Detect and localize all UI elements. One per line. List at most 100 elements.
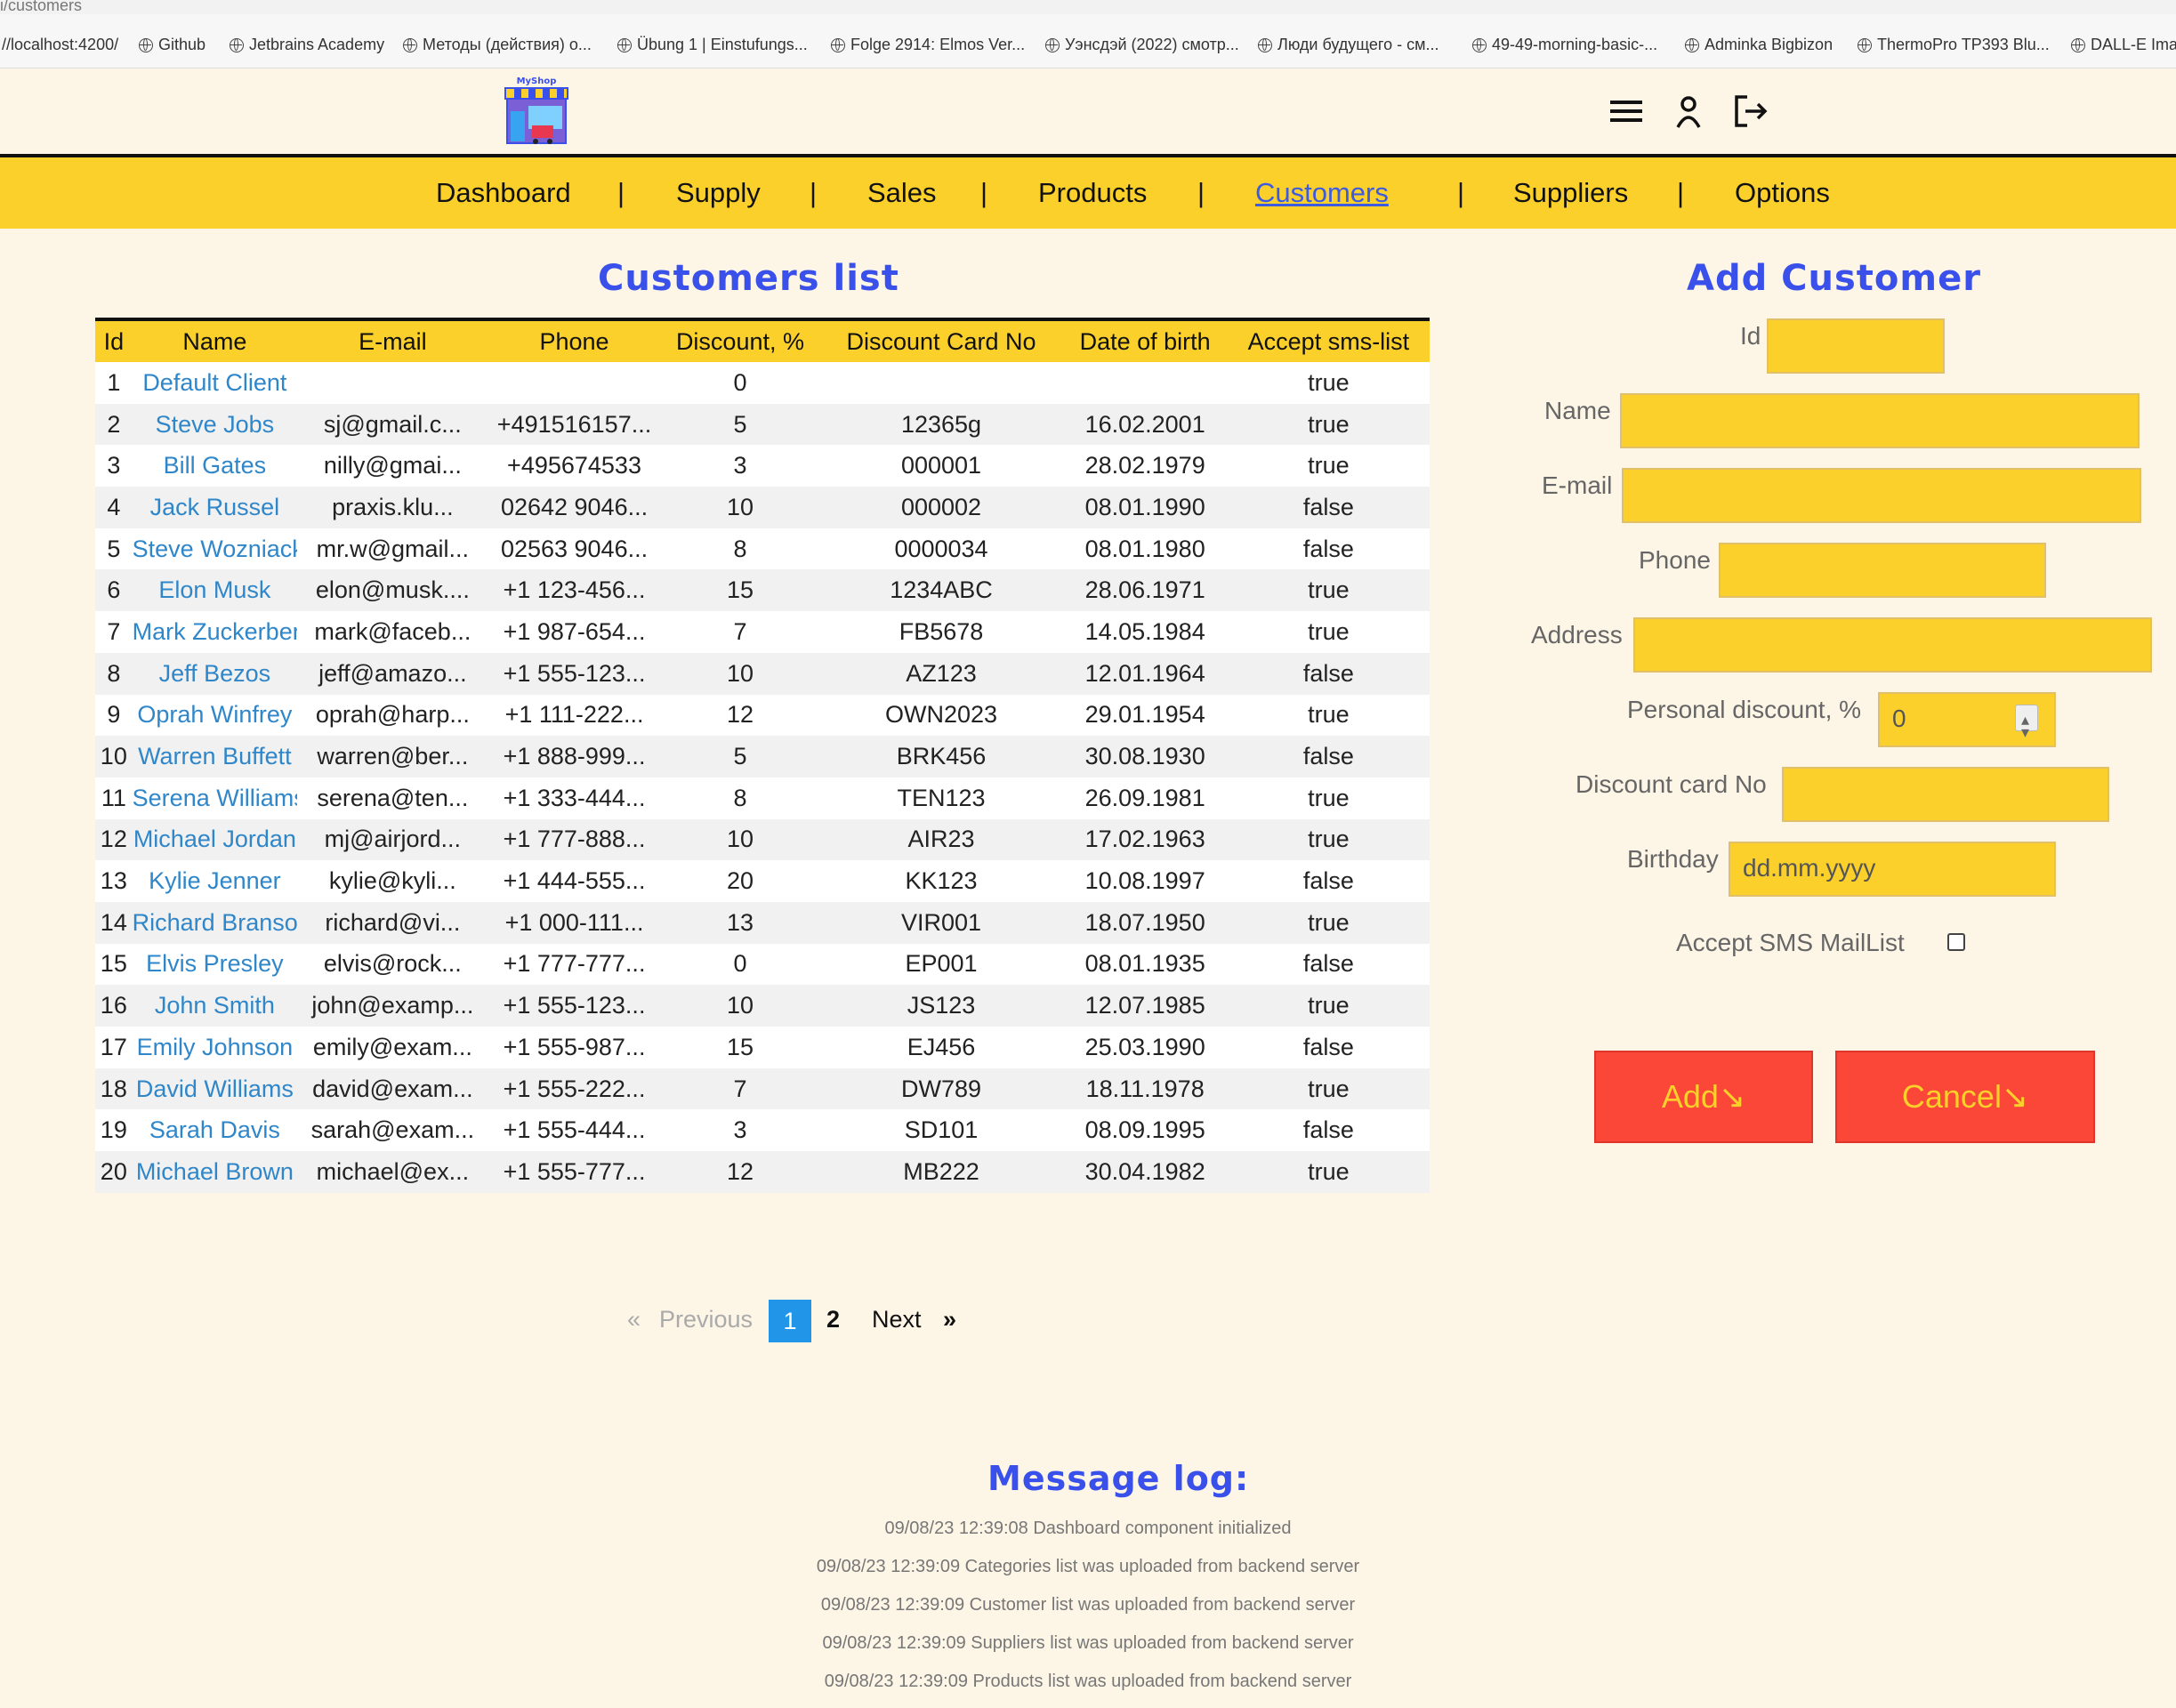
cell-card: AIR23 xyxy=(819,818,1063,861)
cell-discount: 20 xyxy=(660,860,820,902)
sms-checkbox[interactable] xyxy=(1947,933,1965,951)
bookmark-dalle[interactable]: DALL-E Ima xyxy=(2071,36,2176,54)
cell-email: warren@ber... xyxy=(297,736,488,777)
customer-name-link[interactable]: Bill Gates xyxy=(132,445,298,487)
customer-name-link[interactable]: Jeff Bezos xyxy=(132,652,298,695)
address-input[interactable] xyxy=(1633,617,2152,673)
bookmark-morning-basic[interactable]: 49-49-morning-basic-... xyxy=(1472,36,1657,54)
cell-discount: 8 xyxy=(660,777,820,819)
table-row: 20 Michael Brown michael@ex... +1 555-777..… xyxy=(95,1151,1430,1193)
cell-sms: false xyxy=(1227,1109,1430,1152)
cell-discount: 15 xyxy=(660,569,820,612)
bookmark-uebung[interactable]: Übung 1 | Einstufungs... xyxy=(617,36,808,54)
user-icon[interactable] xyxy=(1669,92,1708,131)
bookmark-github[interactable]: Github xyxy=(139,36,206,54)
page-1-button[interactable]: 1 xyxy=(769,1300,811,1342)
globe-icon xyxy=(1045,38,1060,52)
cell-id: 7 xyxy=(95,611,133,653)
phone-input[interactable] xyxy=(1719,543,2046,598)
customer-name-link[interactable]: Warren Buffett xyxy=(132,736,298,777)
customer-name-link[interactable]: Serena Williams xyxy=(132,777,298,819)
bookmark-label: ThermoPro TP393 Blu... xyxy=(1877,36,2050,53)
customer-name-link[interactable]: Steve Wozniack xyxy=(132,528,298,570)
customer-name-link[interactable]: Jack Russel xyxy=(132,487,298,528)
cell-email: mark@faceb... xyxy=(297,611,488,653)
cell-phone: +1 444-555... xyxy=(488,860,661,902)
cell-id: 3 xyxy=(95,445,133,487)
customer-name-link[interactable]: John Smith xyxy=(132,985,298,1027)
bookmark-people-future[interactable]: Люди будущего - см... xyxy=(1258,36,1439,54)
customer-name-link[interactable]: Elon Musk xyxy=(132,569,298,612)
bookmark-wednesday[interactable]: Уэнсдэй (2022) смотр... xyxy=(1045,36,1239,54)
customer-name-link[interactable]: Michael Brown xyxy=(132,1151,298,1193)
prev-page-button[interactable]: Previous xyxy=(659,1306,753,1333)
log-line: 09/08/23 12:39:08 Dashboard component in… xyxy=(884,1519,1292,1538)
cell-phone: +1 000-111... xyxy=(488,901,661,944)
cell-phone: +1 888-999... xyxy=(488,736,661,777)
spinner-icon[interactable] xyxy=(2015,695,2038,757)
page-2-button[interactable]: 2 xyxy=(826,1306,840,1333)
bookmark-folge[interactable]: Folge 2914: Elmos Ver... xyxy=(831,36,1025,54)
discount-card-input[interactable] xyxy=(1782,767,2109,822)
cell-email: praxis.klu... xyxy=(297,487,488,528)
nav-dashboard[interactable]: Dashboard xyxy=(436,177,571,209)
nav-products[interactable]: Products xyxy=(1038,177,1147,209)
table-row: 14 Richard Branson richard@vi... +1 000-111… xyxy=(95,901,1430,944)
cell-sms: true xyxy=(1227,362,1430,404)
logout-icon[interactable] xyxy=(1731,92,1770,131)
nav-options[interactable]: Options xyxy=(1735,177,1830,209)
cell-birth: 18.11.1978 xyxy=(1062,1068,1228,1110)
cell-card: FB5678 xyxy=(819,611,1063,653)
customer-name-link[interactable]: Mark Zuckerberg xyxy=(132,611,298,653)
customer-name-link[interactable]: Richard Branson xyxy=(132,901,298,944)
next-page-button[interactable]: Next xyxy=(872,1306,922,1333)
birthday-input[interactable]: dd.mm.yyyy xyxy=(1729,842,2056,897)
phone-label: Phone xyxy=(1639,546,1711,574)
cell-sms: false xyxy=(1227,487,1430,528)
table-row: 3 Bill Gates nilly@gmai... +495674533 3 00000… xyxy=(95,445,1430,487)
logo-text: MyShop xyxy=(517,77,557,86)
customer-name-link[interactable]: Default Client xyxy=(132,362,298,404)
add-button[interactable]: Add↘ xyxy=(1594,1051,1813,1143)
bookmark-jetbrains[interactable]: Jetbrains Academy xyxy=(230,36,384,54)
shop-logo[interactable]: MyShop xyxy=(500,76,573,149)
globe-icon xyxy=(139,38,153,52)
name-input[interactable] xyxy=(1620,393,2140,448)
table-row: 13 Kylie Jenner kylie@kyli... +1 444-555...… xyxy=(95,860,1430,902)
cell-email: kylie@kyli... xyxy=(297,860,488,902)
cell-email: michael@ex... xyxy=(297,1151,488,1193)
email-input[interactable] xyxy=(1622,468,2141,523)
cell-sms: true xyxy=(1227,818,1430,861)
discount-stepper[interactable]: 0 xyxy=(1878,692,2056,757)
bookmark-localhost[interactable]: //localhost:4200/ xyxy=(2,36,118,54)
cancel-button[interactable]: Cancel↘ xyxy=(1835,1051,2095,1143)
nav-sales[interactable]: Sales xyxy=(867,177,937,209)
nav-supply[interactable]: Supply xyxy=(676,177,761,209)
customer-name-link[interactable]: Kylie Jenner xyxy=(132,860,298,902)
id-input[interactable] xyxy=(1767,318,1945,374)
customer-name-link[interactable]: Sarah Davis xyxy=(132,1109,298,1152)
customer-name-link[interactable]: David Williams xyxy=(132,1068,298,1110)
menu-icon[interactable] xyxy=(1607,92,1646,131)
nav-suppliers[interactable]: Suppliers xyxy=(1513,177,1628,209)
bookmark-methods[interactable]: Методы (действия) o... xyxy=(403,36,592,54)
customer-name-link[interactable]: Oprah Winfrey xyxy=(132,694,298,737)
bookmark-label: Уэнсдэй (2022) смотр... xyxy=(1065,36,1239,53)
table-row: 11 Serena Williams serena@ten... +1 333-444… xyxy=(95,777,1430,819)
column-header-phone: Phone xyxy=(488,318,661,362)
cell-email: mr.w@gmail... xyxy=(297,528,488,570)
main-nav: Dashboard | Supply | Sales | Products | … xyxy=(0,157,2176,229)
customer-name-link[interactable]: Steve Jobs xyxy=(132,403,298,446)
bookmark-thermopro[interactable]: ThermoPro TP393 Blu... xyxy=(1858,36,2050,54)
cell-phone xyxy=(488,362,661,404)
column-header-birth: Date of birth xyxy=(1062,318,1228,362)
table-row: 7 Mark Zuckerberg mark@faceb... +1 987-654.… xyxy=(95,611,1430,653)
bookmark-label: Люди будущего - см... xyxy=(1277,36,1439,53)
nav-customers[interactable]: Customers xyxy=(1255,177,1389,209)
customer-name-link[interactable]: Michael Jordan xyxy=(132,818,298,861)
customer-name-link[interactable]: Emily Johnson xyxy=(132,1027,298,1068)
customer-name-link[interactable]: Elvis Presley xyxy=(132,943,298,986)
bookmark-adminka[interactable]: Adminka Bigbizon xyxy=(1685,36,1833,54)
address-bar[interactable]: i/customers xyxy=(0,0,2176,14)
cell-card: VIR001 xyxy=(819,901,1063,944)
